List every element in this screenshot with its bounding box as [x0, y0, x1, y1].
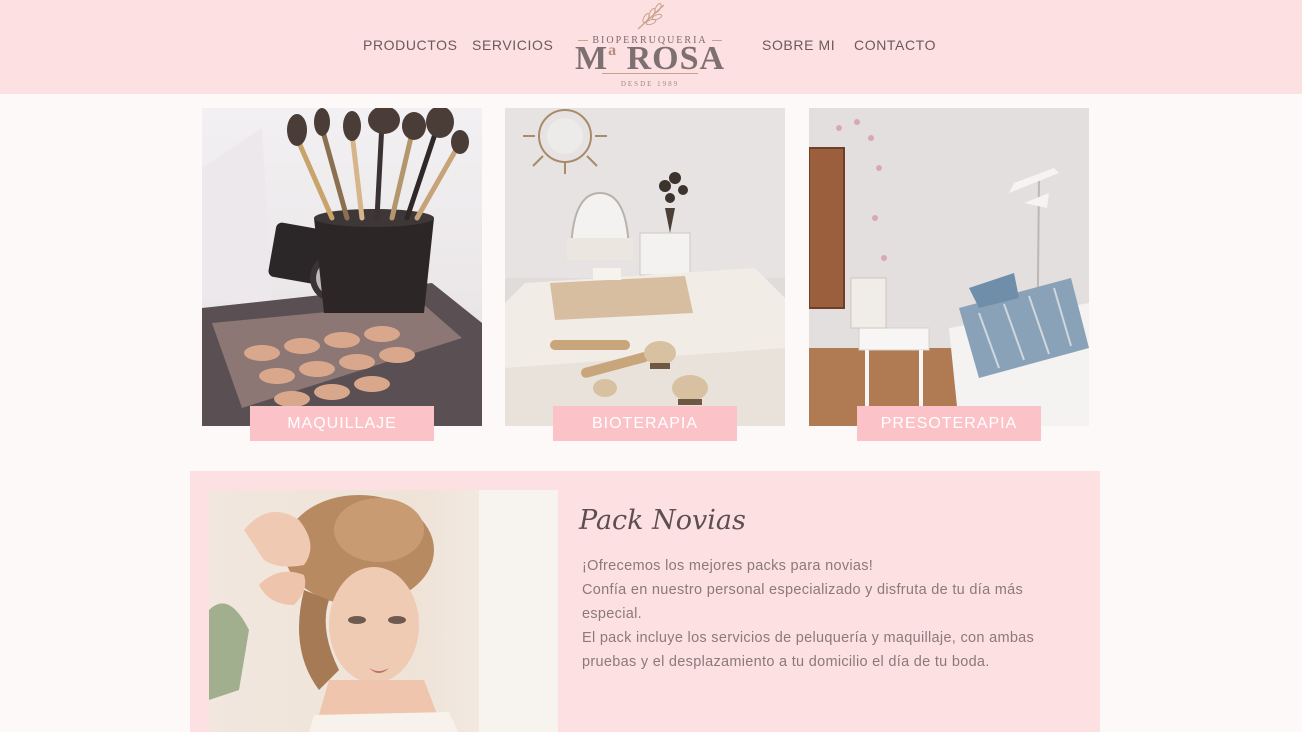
service-label-presoterapia[interactable]: PRESOTERAPIA: [857, 406, 1041, 441]
nav-servicios[interactable]: SERVICIOS: [472, 37, 553, 53]
nav-sobre-mi[interactable]: SOBRE MI: [762, 37, 835, 53]
nav-contacto[interactable]: CONTACTO: [854, 37, 936, 53]
bride-hairstyle-image: [209, 490, 558, 732]
service-label-maquillaje[interactable]: MAQUILLAJE: [250, 406, 434, 441]
service-label-bioterapia[interactable]: BIOTERAPIA: [553, 406, 737, 441]
brand-logo[interactable]: BIOPERRUQUERIA Ma ROSA DESDE 1989: [572, 2, 728, 92]
pack-description: ¡Ofrecemos los mejores packs para novias…: [582, 554, 1052, 674]
makeup-brushes-image[interactable]: [202, 108, 482, 426]
pack-novias-section: Pack Novias ¡Ofrecemos los mejores packs…: [190, 471, 1100, 732]
pack-line-2: Confía en nuestro personal especializado…: [582, 582, 1024, 622]
nav-productos[interactable]: PRODUCTOS: [363, 37, 458, 53]
presoterapia-room-image[interactable]: [809, 108, 1089, 426]
site-header: PRODUCTOS SERVICIOS BIOPERRUQUERIA Ma RO…: [0, 0, 1302, 94]
pack-title: Pack Novias: [579, 505, 746, 536]
pack-line-1: ¡Ofrecemos los mejores packs para novias…: [582, 558, 874, 574]
leaf-icon: [637, 3, 665, 30]
bioterapia-room-image[interactable]: [505, 108, 785, 426]
logo-tagline: DESDE 1989: [620, 80, 680, 88]
pack-line-3: El pack incluye los servicios de peluque…: [582, 630, 1035, 670]
